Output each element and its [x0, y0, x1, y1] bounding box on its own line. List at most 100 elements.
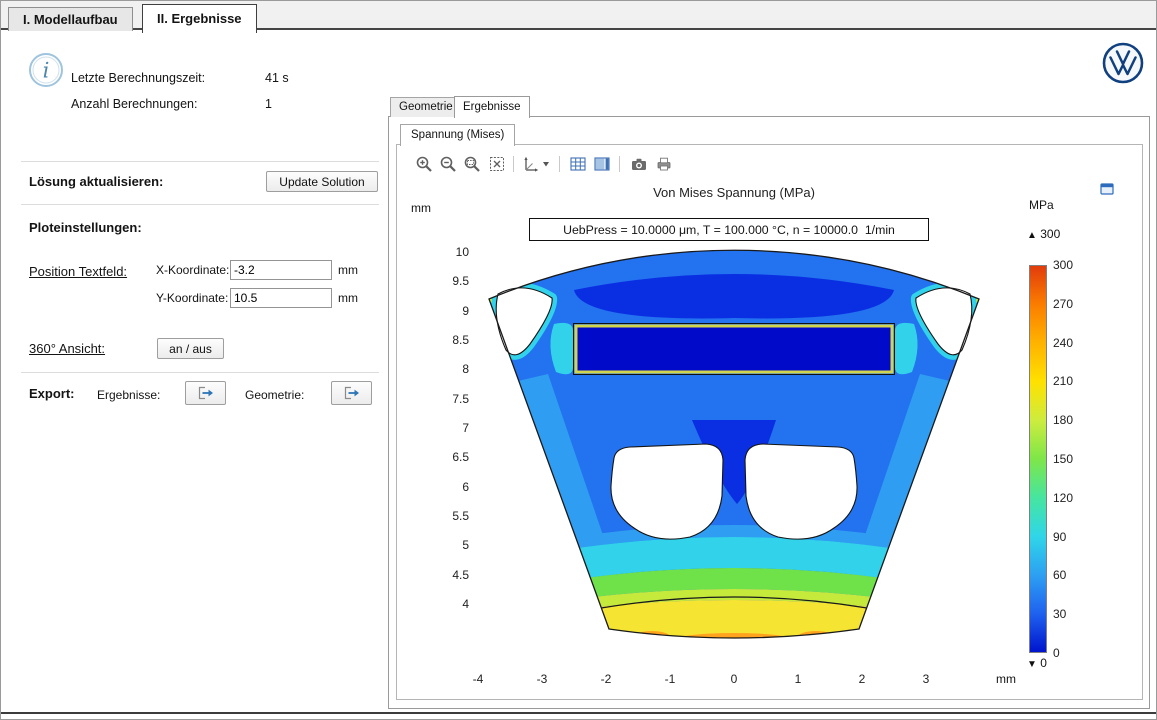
y-tick-label: 6.5	[421, 450, 469, 464]
y-tick-label: 8	[421, 362, 469, 376]
x-tick-label: 0	[714, 672, 754, 686]
view-orientation-icon	[521, 155, 551, 173]
vw-logo-icon	[1102, 42, 1144, 84]
x-tick-label: 3	[906, 672, 946, 686]
detach-window-button[interactable]	[1100, 181, 1116, 197]
x-tick-label: -3	[522, 672, 562, 686]
y-coordinate-unit: mm	[338, 291, 358, 305]
legend-min-value: 0	[1040, 656, 1047, 670]
window-bottom-border	[1, 712, 1156, 714]
legend-tick-label: 0	[1053, 646, 1060, 660]
export-heading: Export:	[29, 386, 75, 401]
grid-icon	[569, 155, 587, 173]
legend-tick-label: 180	[1053, 413, 1073, 427]
legend-toggle-button[interactable]	[591, 153, 613, 175]
x-tick-label: 2	[842, 672, 882, 686]
stress-spot-orange-center	[668, 633, 800, 651]
export-results-label: Ergebnisse:	[97, 388, 160, 402]
toolbar-separator	[559, 156, 560, 172]
divider	[21, 204, 379, 205]
y-tick-label: 4	[421, 597, 469, 611]
computation-count-label: Anzahl Berechnungen:	[71, 97, 197, 111]
x-tick-label: -1	[650, 672, 690, 686]
y-tick-label: 7.5	[421, 392, 469, 406]
x-tick-label: -2	[586, 672, 626, 686]
last-computation-value: 41 s	[265, 71, 289, 85]
y-tick-label: 7	[421, 421, 469, 435]
legend-min: ▼ 0	[1027, 656, 1047, 670]
computation-count-value: 1	[265, 97, 272, 111]
print-button[interactable]	[653, 153, 675, 175]
legend-tick-label: 120	[1053, 491, 1073, 505]
legend-tick-label: 90	[1053, 530, 1066, 544]
zoom-extents-icon	[488, 155, 506, 173]
x-coordinate-unit: mm	[338, 263, 358, 277]
stress-band-yellow	[552, 600, 916, 658]
legend-unit: MPa	[1029, 198, 1054, 212]
legend-max-arrow-icon: ▲	[1027, 230, 1037, 241]
export-geometry-button[interactable]	[331, 381, 372, 405]
divider	[21, 372, 379, 373]
app-window: I. Modellaufbau II. Ergebnisse i Letzte …	[0, 0, 1157, 720]
update-solution-label: Lösung aktualisieren:	[29, 174, 163, 189]
grid-toggle-button[interactable]	[567, 153, 589, 175]
y-coordinate-input[interactable]	[230, 288, 332, 308]
zoom-extents-button[interactable]	[486, 153, 508, 175]
toolbar-separator	[513, 156, 514, 172]
legend-tick-label: 150	[1053, 452, 1073, 466]
legend-tick-label: 240	[1053, 336, 1073, 350]
view-360-label: 360° Ansicht:	[29, 341, 105, 356]
view-360-toggle-button[interactable]: an / aus	[157, 338, 224, 359]
x-coordinate-input[interactable]	[230, 260, 332, 280]
toolbar-separator	[619, 156, 620, 172]
plot-settings-heading: Ploteinstellungen:	[29, 220, 142, 235]
legend-tick-label: 300	[1053, 258, 1073, 272]
y-tick-label: 5	[421, 538, 469, 552]
export-icon	[342, 385, 362, 401]
y-coordinate-label: Y-Koordinate:	[156, 291, 228, 305]
tab-spannung-mises[interactable]: Spannung (Mises)	[400, 124, 515, 146]
detach-window-icon	[1100, 181, 1115, 196]
textfield-position-label: Position Textfeld:	[29, 264, 127, 279]
y-tick-label: 5.5	[421, 509, 469, 523]
camera-icon	[630, 155, 648, 173]
fem-plot-canvas[interactable]	[456, 206, 1012, 666]
legend-tick-label: 270	[1053, 297, 1073, 311]
tab-modellaufbau[interactable]: I. Modellaufbau	[8, 7, 133, 31]
snapshot-button[interactable]	[628, 153, 650, 175]
magnet-region[interactable]	[576, 326, 892, 372]
view-orientation-button[interactable]	[519, 153, 553, 175]
plot-title: Von Mises Spannung (MPa)	[456, 185, 1012, 200]
y-tick-label: 10	[421, 245, 469, 259]
export-geometry-label: Geometrie:	[245, 388, 304, 402]
last-computation-label: Letzte Berechnungszeit:	[71, 71, 205, 85]
export-icon	[196, 385, 216, 401]
legend-colorbar	[1029, 265, 1047, 653]
svg-text:i: i	[43, 59, 50, 83]
dropdown-caret-icon	[543, 162, 549, 167]
divider	[21, 161, 379, 162]
y-tick-label: 9.5	[421, 274, 469, 288]
legend-panel-icon	[593, 155, 611, 173]
x-tick-label: -4	[458, 672, 498, 686]
y-tick-label: 6	[421, 480, 469, 494]
export-results-button[interactable]	[185, 381, 226, 405]
legend-tick-label: 30	[1053, 607, 1066, 621]
plot-annotation: UebPress = 10.0000 μm, T = 100.000 °C, n…	[529, 218, 929, 241]
legend-tick-label: 60	[1053, 568, 1066, 582]
y-tick-label: 4.5	[421, 568, 469, 582]
x-coordinate-label: X-Koordinate:	[156, 263, 229, 277]
x-tick-label: 1	[778, 672, 818, 686]
update-solution-button[interactable]: Update Solution	[266, 171, 378, 192]
info-icon: i	[28, 52, 64, 88]
x-axis-unit: mm	[986, 672, 1026, 686]
legend-tick-label: 210	[1053, 374, 1073, 388]
tab-ergebnisse-plot[interactable]: Ergebnisse	[454, 96, 530, 118]
legend-tick-labels: 3002702402101801501209060300	[1053, 1, 1093, 720]
print-icon	[655, 155, 673, 173]
legend-min-arrow-icon: ▼	[1027, 659, 1037, 670]
tab-ergebnisse[interactable]: II. Ergebnisse	[142, 4, 257, 33]
x-axis-ticks: -4 -3 -2 -1 0 1 2 3	[1, 672, 1157, 690]
y-tick-label: 9	[421, 304, 469, 318]
y-tick-label: 8.5	[421, 333, 469, 347]
